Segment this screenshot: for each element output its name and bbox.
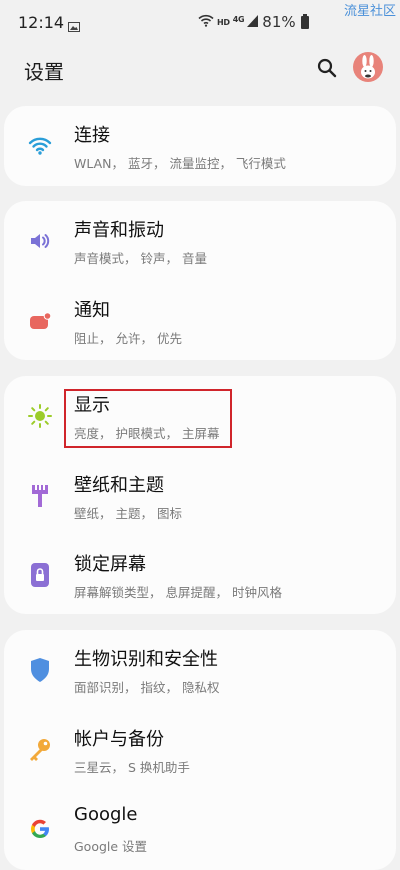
- item-title: Google: [74, 804, 138, 825]
- settings-item-biometrics[interactable]: 生物识别和安全性 面部识别， 指纹， 隐私权: [4, 630, 396, 710]
- settings-card-connections: 连接 WLAN， 蓝牙， 流量监控， 飞行模式: [4, 106, 396, 186]
- item-subtitle: 面部识别， 指纹， 隐私权: [74, 680, 220, 695]
- settings-item-accounts[interactable]: 帐户与备份 三星云， S 换机助手: [4, 710, 396, 790]
- brightness-icon: [26, 402, 54, 430]
- item-title: 壁纸和主题: [74, 475, 164, 496]
- notification-icon: [26, 307, 54, 335]
- search-icon: [317, 58, 337, 78]
- signal-icon: [247, 13, 259, 31]
- item-subtitle: Google 设置: [74, 839, 148, 854]
- battery-percent: 81%: [262, 13, 296, 31]
- battery-icon: [300, 13, 309, 29]
- brush-icon: [26, 482, 54, 510]
- item-subtitle: 三星云， S 换机助手: [74, 760, 190, 775]
- item-subtitle: 壁纸， 主题， 图标: [74, 506, 182, 521]
- item-title: 连接: [74, 125, 110, 146]
- settings-item-sound[interactable]: 声音和振动 声音模式， 铃声， 音量: [4, 201, 396, 281]
- settings-card-security: 生物识别和安全性 面部识别， 指纹， 隐私权 帐户与备份 三星云， S 换机助手…: [4, 630, 396, 870]
- google-icon: [26, 815, 54, 843]
- settings-item-notifications[interactable]: 通知 阻止， 允许， 优先: [4, 281, 396, 361]
- item-subtitle: 屏幕解锁类型， 息屏提醒， 时钟风格: [74, 585, 282, 600]
- wifi-status-icon: [198, 13, 214, 31]
- highlight-box: [64, 389, 232, 448]
- wifi-icon: [26, 132, 54, 160]
- speaker-icon: [26, 227, 54, 255]
- item-subtitle: 声音模式， 铃声， 音量: [74, 251, 207, 266]
- search-button[interactable]: [315, 56, 339, 80]
- gallery-notification-icon: [68, 17, 80, 36]
- item-title: 通知: [74, 300, 110, 321]
- status-indicators: HD 4G 81%: [198, 13, 309, 31]
- hd-indicator: HD: [217, 17, 230, 27]
- settings-item-connections[interactable]: 连接 WLAN， 蓝牙， 流量监控， 飞行模式: [4, 106, 396, 186]
- key-icon: [26, 736, 54, 764]
- settings-item-wallpaper[interactable]: 壁纸和主题 壁纸， 主题， 图标: [4, 456, 396, 536]
- status-bar: 12:14 HD 4G 81% 流星社区: [0, 0, 400, 44]
- settings-item-google[interactable]: Google Google 设置: [4, 789, 396, 869]
- status-time: 12:14: [18, 13, 65, 32]
- lock-icon: [26, 561, 54, 589]
- avatar[interactable]: [353, 52, 383, 82]
- page-title: 设置: [24, 60, 64, 84]
- settings-card-sound: 声音和振动 声音模式， 铃声， 音量 通知 阻止， 允许， 优先: [4, 201, 396, 360]
- item-subtitle: 阻止， 允许， 优先: [74, 331, 182, 346]
- network-type: 4G: [232, 14, 245, 24]
- item-title: 锁定屏幕: [74, 554, 146, 575]
- item-subtitle: WLAN， 蓝牙， 流量监控， 飞行模式: [74, 156, 286, 171]
- settings-item-lock-screen[interactable]: 锁定屏幕 屏幕解锁类型， 息屏提醒， 时钟风格: [4, 535, 396, 615]
- item-title: 生物识别和安全性: [74, 649, 218, 670]
- item-title: 声音和振动: [74, 220, 164, 241]
- watermark: 流星社区: [343, 4, 396, 19]
- shield-icon: [26, 656, 54, 684]
- item-title: 帐户与备份: [74, 729, 164, 750]
